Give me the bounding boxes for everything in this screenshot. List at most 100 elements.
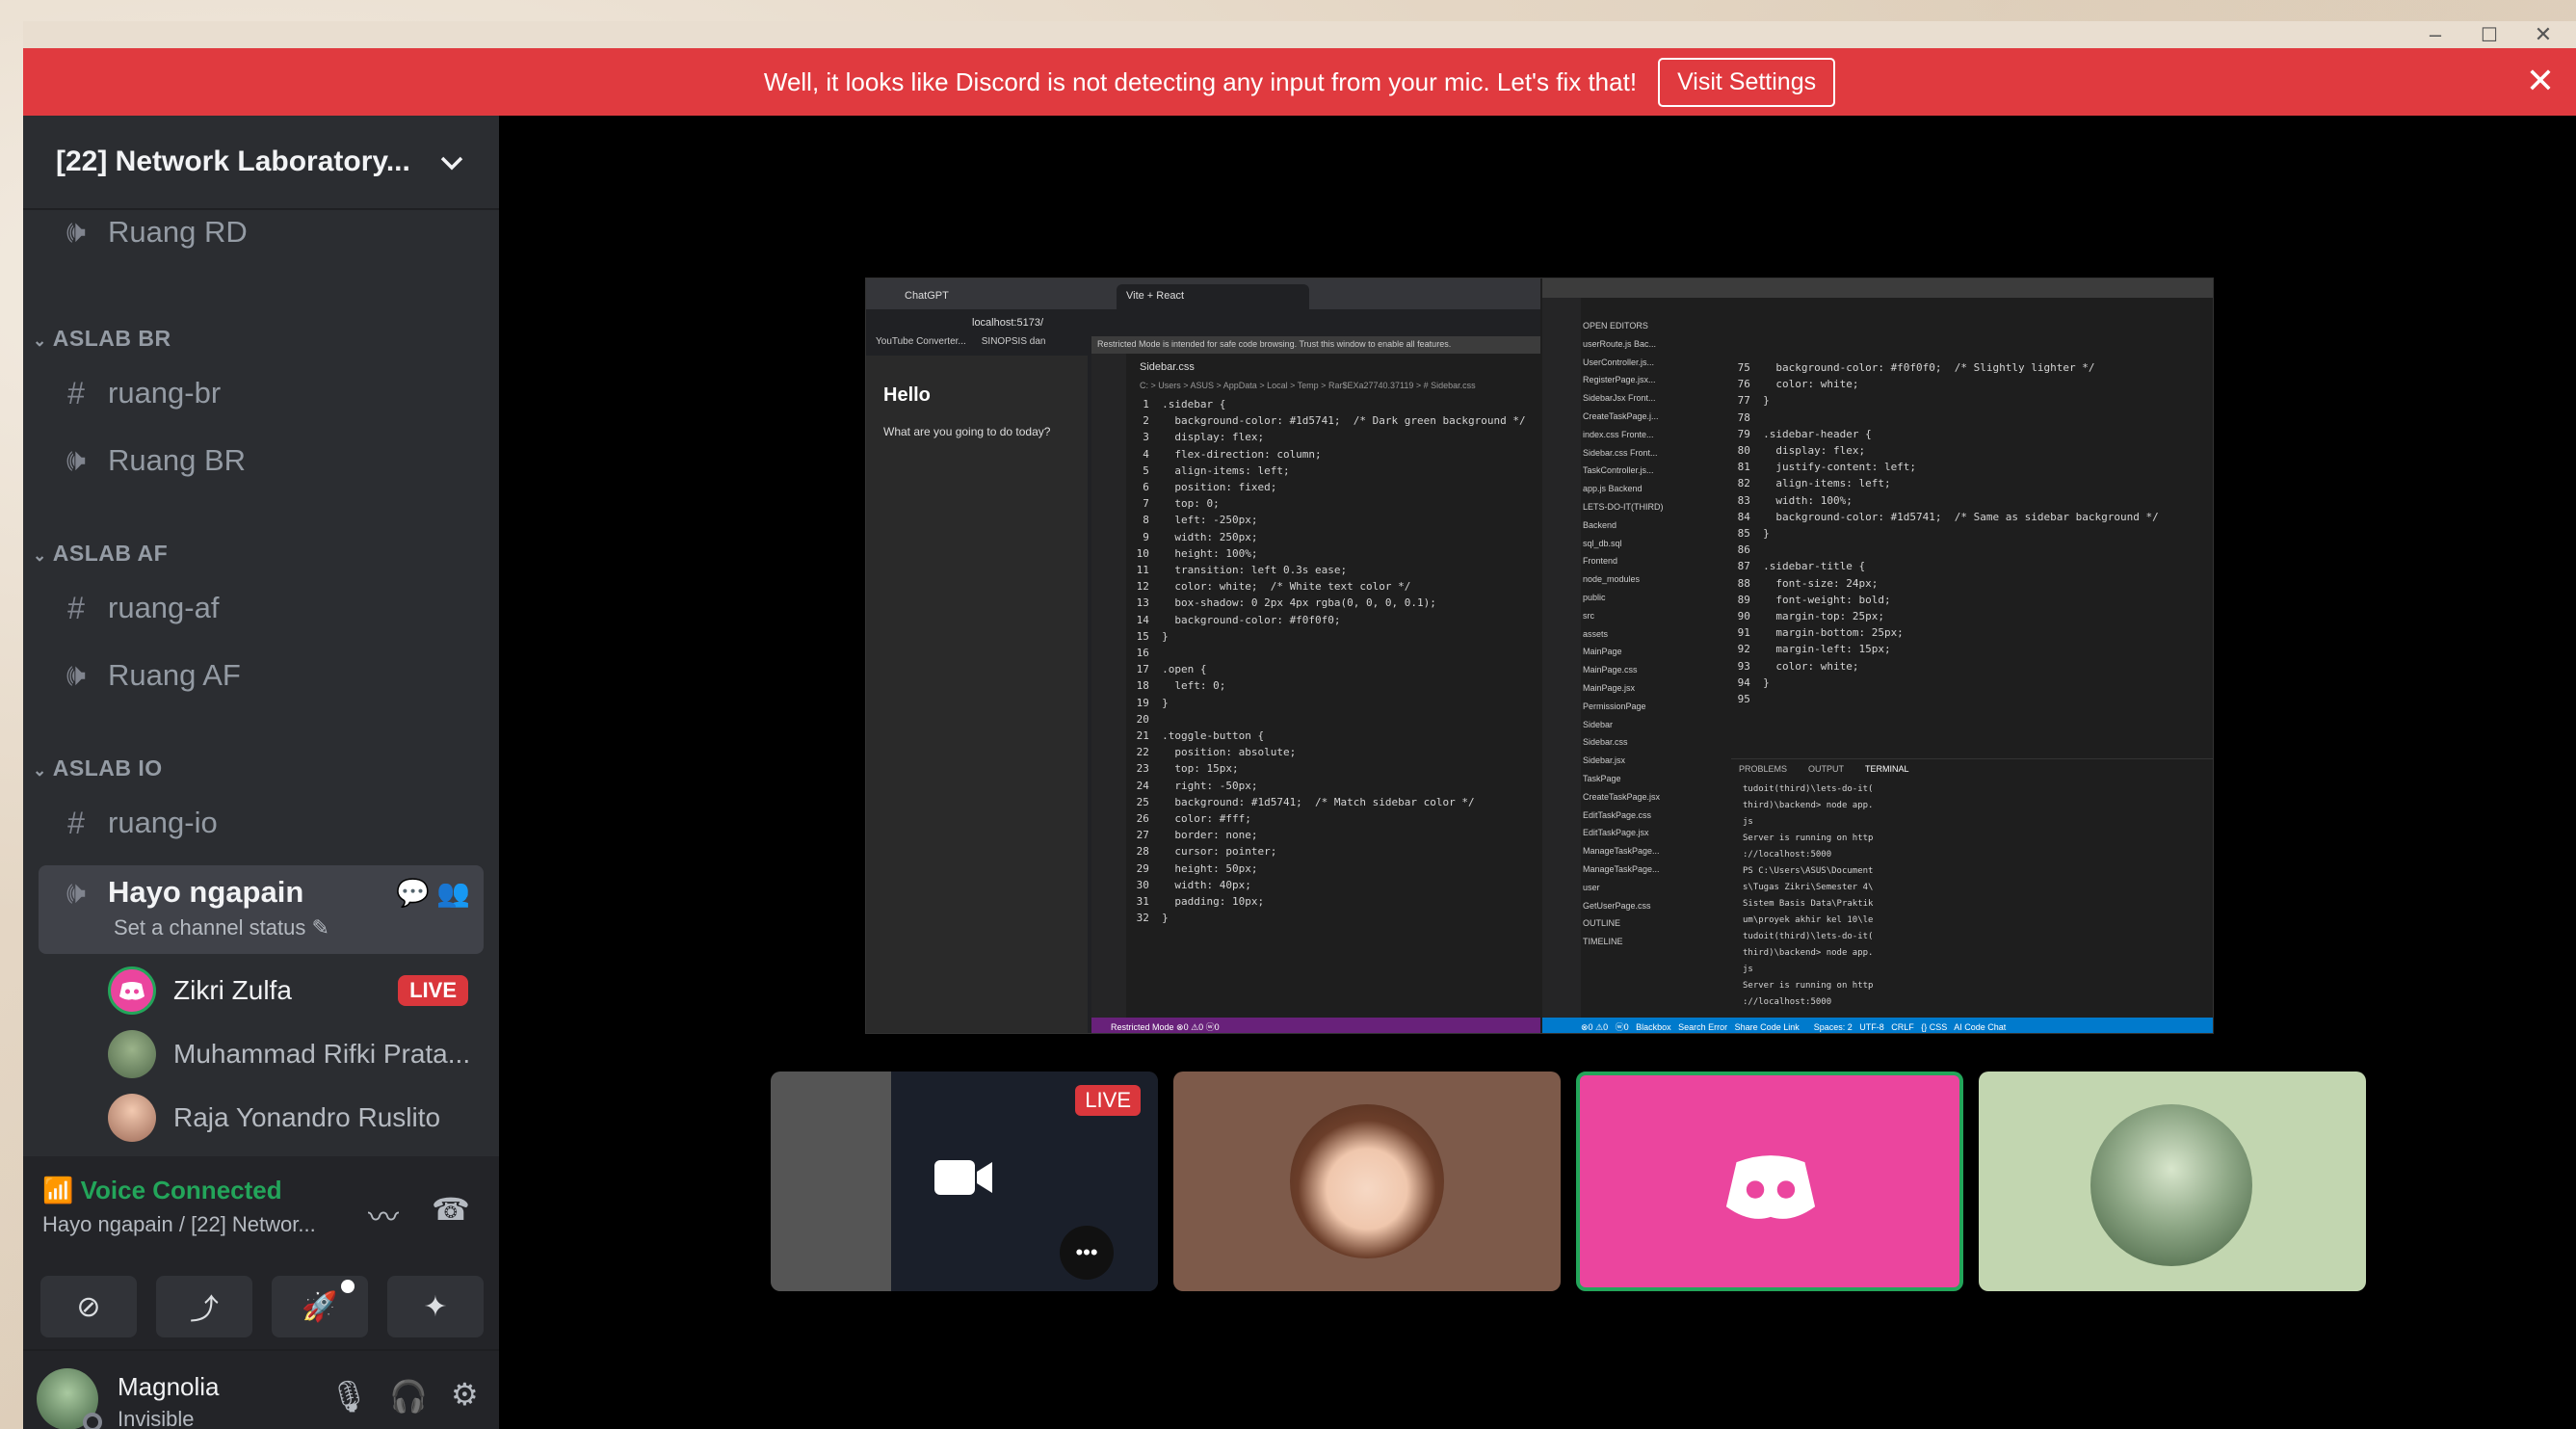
code-line: 6 position: fixed; [1130, 481, 1277, 494]
participant-tile-anime[interactable] [1173, 1072, 1561, 1291]
explorer-item: RegisterPage.jsx... [1583, 375, 1656, 385]
category-aslab-af[interactable]: ⌄ ASLAB AF [33, 541, 168, 567]
camera-off-button[interactable]: ⊘ [40, 1276, 137, 1337]
more-options-icon[interactable]: ••• [1060, 1226, 1114, 1280]
category-aslab-br[interactable]: ⌄ ASLAB BR [33, 326, 171, 352]
chevron-down-icon: ⌄ [33, 546, 47, 565]
speaker-icon: 🕪 [66, 875, 87, 910]
explorer-item: src [1583, 610, 1594, 621]
user-name[interactable]: Magnolia [118, 1372, 220, 1402]
shared-browser-window: ChatGPT Vite + React localhost:5173/ You… [866, 278, 1540, 1033]
participant-tile-nature[interactable] [1979, 1072, 2366, 1291]
chevron-down-icon: ⌄ [33, 761, 47, 780]
vscode-status-bar: ⊗0 ⚠0 ⓦ0 Blackbox Search Error Share Cod… [1542, 1018, 2213, 1033]
code-line: 22 position: absolute; [1130, 746, 1297, 759]
channel-hayo-ngapain[interactable]: 🕪 Hayo ngapain Set a channel status ✎ 💬 … [39, 865, 484, 954]
avatar [108, 966, 156, 1015]
screen-share-icon: ⤴ [190, 1294, 219, 1326]
shared-vscode-right: OPEN EDITORS userRoute.js Bac... UserContr… [1542, 278, 2213, 1033]
bookmark: YouTube Converter... [876, 336, 966, 347]
code-line: 17 .open { [1130, 663, 1207, 676]
channel-ruang-af-text[interactable]: # ruang-af [39, 578, 484, 638]
microphone-icon[interactable]: 🎙 [329, 1378, 369, 1415]
stream-preview-tile[interactable]: LIVE ••• [771, 1072, 1158, 1291]
browser-tab: Vite + React [1117, 284, 1309, 309]
channel-label: ruang-af [108, 591, 220, 624]
chat-app-panel: Hello What are you going to do today? [866, 356, 1088, 1033]
gear-icon[interactable]: ⚙ [451, 1376, 479, 1413]
voice-user-raja[interactable]: Raja Yonandro Ruslito [108, 1091, 493, 1145]
category-aslab-io[interactable]: ⌄ ASLAB IO [33, 755, 163, 781]
code-line: 85 } [1731, 527, 1770, 541]
hashtag-icon: # [67, 375, 85, 410]
speaker-icon: 🕪 [66, 657, 87, 692]
explorer-item: userRoute.js Bac... [1583, 338, 1657, 349]
channel-ruang-io-text[interactable]: # ruang-io [39, 793, 484, 853]
terminal-line: third)\backend> node app. [1743, 801, 1874, 810]
vscode-left: Restricted Mode is intended for safe cod… [1091, 336, 1540, 1033]
code-line: 15 } [1130, 629, 1169, 643]
voice-title: Voice Connected [80, 1176, 282, 1204]
code-line: 26 color: #fff; [1130, 812, 1251, 826]
explorer-item: OPEN EDITORS [1583, 321, 1648, 331]
explorer-item: Sidebar.css [1583, 737, 1628, 748]
speaker-icon: 🕪 [66, 214, 87, 249]
user-name: Zikri Zulfa [173, 975, 292, 1005]
channel-ruang-br-text[interactable]: # ruang-br [39, 363, 484, 423]
headphones-icon[interactable]: 🎧 [389, 1378, 428, 1415]
explorer-item: OUTLINE [1583, 918, 1621, 929]
disconnect-icon[interactable]: ☎ [432, 1191, 470, 1228]
terminal-line: ://localhost:5000 [1743, 997, 1832, 1007]
panel-tabs: PROBLEMS OUTPUT TERMINAL [1731, 758, 2213, 778]
title-bar: – ☐ ✕ [23, 21, 2576, 48]
user-name: Raja Yonandro Ruslito [173, 1102, 441, 1132]
add-user-icon[interactable]: 👥 [436, 877, 470, 909]
code-line: 80 display: flex; [1731, 444, 1866, 458]
status-text: Set a channel status [114, 915, 306, 939]
status-bar: Restricted Mode ⊗0 ⚠0 ⓦ0 [1091, 1018, 1540, 1033]
activity-button[interactable]: 🚀 [272, 1276, 368, 1337]
terminal-line: Sistem Basis Data\Praktik [1743, 899, 1874, 909]
chat-bubble-icon[interactable]: 💬 [396, 877, 430, 909]
code-line: 25 background: #1d5741; /* Match sidebar… [1130, 795, 1475, 808]
close-icon[interactable]: ✕ [2526, 62, 2555, 100]
server-header[interactable]: [22] Network Laboratory... [23, 116, 499, 210]
code-line: 16 [1130, 647, 1149, 660]
voice-user-zikri[interactable]: Zikri Zulfa LIVE [108, 964, 493, 1018]
explorer-item: node_modules [1583, 574, 1641, 585]
live-badge: LIVE [1075, 1085, 1141, 1116]
terminal-line: js [1743, 965, 1753, 974]
code-line: 77 } [1731, 394, 1770, 408]
code-line: 28 cursor: pointer; [1130, 845, 1277, 859]
participant-tile-discord[interactable] [1576, 1072, 1963, 1291]
user-panel: Magnolia Invisible 🎙 🎧 ⚙ [23, 1349, 499, 1429]
screen-share-video[interactable]: ChatGPT Vite + React localhost:5173/ You… [865, 278, 2214, 1034]
code-line: 83 width: 100%; [1731, 493, 1853, 507]
minimize-button[interactable]: – [2410, 21, 2460, 48]
channel-label: ruang-io [108, 806, 218, 839]
channel-ruang-af-voice[interactable]: 🕪 Ruang AF [39, 646, 484, 705]
code-line: 11 transition: left 0.3s ease; [1130, 564, 1348, 577]
rocket-icon: 🚀 [302, 1290, 338, 1323]
code-line: 7 top: 0; [1130, 497, 1220, 511]
explorer-item: Sidebar.jsx [1583, 755, 1626, 766]
noise-suppression-icon[interactable]: 〰 [368, 1193, 399, 1237]
channel-ruang-br-voice[interactable]: 🕪 Ruang BR [39, 431, 484, 490]
soundboard-button[interactable]: ✦ [387, 1276, 484, 1337]
code-line: 76 color: white; [1731, 378, 1859, 391]
channel-status[interactable]: Set a channel status ✎ [114, 915, 329, 940]
voice-connected-status[interactable]: 📶 Voice Connected [42, 1176, 282, 1205]
hashtag-icon: # [67, 805, 85, 840]
activity-bar [1091, 354, 1126, 1033]
discord-logo-icon [119, 982, 145, 1000]
close-window-button[interactable]: ✕ [2518, 21, 2568, 48]
maximize-button[interactable]: ☐ [2464, 21, 2514, 48]
code-line: 23 top: 15px; [1130, 762, 1239, 776]
voice-subtitle[interactable]: Hayo ngapain / [22] Networ... [42, 1212, 316, 1237]
visit-settings-button[interactable]: Visit Settings [1658, 57, 1836, 107]
screen-share-button[interactable]: ⤴ [156, 1276, 252, 1337]
channel-ruang-rd[interactable]: 🕪 Ruang RD [39, 202, 484, 262]
explorer-item: MainPage.jsx [1583, 682, 1636, 693]
chevron-down-icon[interactable] [439, 147, 464, 177]
voice-user-rifki[interactable]: Muhammad Rifki Prata... [108, 1027, 493, 1081]
